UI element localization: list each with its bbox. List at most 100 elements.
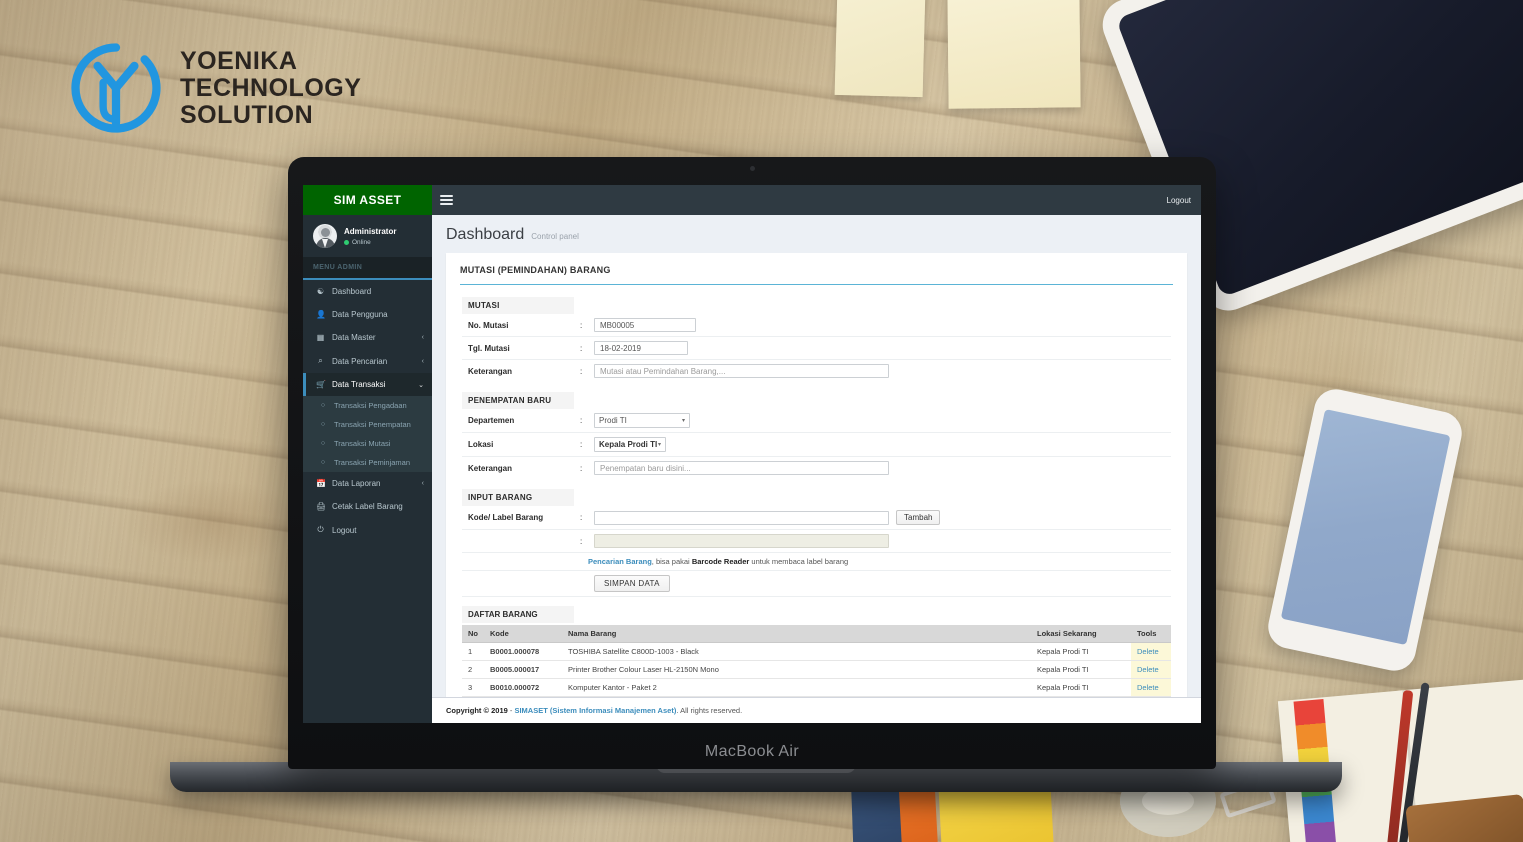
sidebar-item-label: Data Laporan	[332, 479, 381, 488]
kode-barang-input[interactable]	[594, 510, 889, 525]
sidebar-user-panel[interactable]: Administrator Online	[303, 215, 432, 257]
cell-lokasi: Kepala Prodi TI	[1031, 660, 1131, 679]
delete-link[interactable]: Delete	[1137, 683, 1159, 692]
cell-lokasi: Kepala Prodi TI	[1031, 678, 1131, 697]
sidebar-subitem-label: Transaksi Peminjaman	[334, 458, 410, 467]
cart-icon: 🛒	[316, 380, 326, 389]
section-title-mutasi: MUTASI	[462, 297, 574, 314]
column-header-tools: Tools	[1131, 625, 1171, 643]
colon: :	[580, 343, 583, 353]
helper-bold: Barcode Reader	[691, 557, 750, 566]
brand-line-2: TECHNOLOGY	[180, 73, 362, 102]
sidebar-subitem-transaksi-penempatan[interactable]: ○ Transaksi Penempatan	[303, 415, 432, 434]
cell-kode: B0005.000017	[484, 660, 562, 679]
label-lokasi: Lokasi	[468, 440, 494, 449]
cell-lokasi: Kepala Prodi TI	[1031, 642, 1131, 661]
hamburger-icon[interactable]	[440, 195, 453, 205]
yoenika-logo-icon	[70, 42, 162, 134]
delete-link[interactable]: Delete	[1137, 665, 1159, 674]
sticky-note	[947, 0, 1081, 109]
no-mutasi-input[interactable]	[594, 318, 696, 332]
box-title: MUTASI (PEMINDAHAN) BARANG	[460, 265, 611, 275]
lokasi-select[interactable]: Kepala Prodi TI	[594, 437, 666, 452]
box-body: MUTASI No. Mutasi : Tgl. Mutasi :	[446, 285, 1187, 707]
chevron-left-icon: ‹	[421, 480, 424, 487]
navbar-logout-link[interactable]: Logout	[1167, 196, 1191, 205]
sidebar-item-label: Data Transaksi	[332, 380, 386, 389]
tambah-button[interactable]: Tambah	[896, 510, 941, 525]
top-bar: SIM ASSET Logout	[303, 185, 1201, 215]
field-row-simpan: SIMPAN DATA	[462, 571, 1171, 597]
pencarian-barang-link[interactable]: Pencarian Barang	[588, 557, 652, 566]
field-row-departemen: Departemen : Prodi TI ▾	[462, 409, 1171, 433]
sidebar-item-cetak-label-barang[interactable]: 🖨 Cetak Label Barang	[303, 495, 432, 518]
app-logo[interactable]: SIM ASSET	[303, 185, 432, 215]
sidebar-item-data-pencarian[interactable]: ⌕ Data Pencarian ‹	[303, 349, 432, 373]
sidebar: Administrator Online MENU ADMIN ☯ Dashbo…	[303, 215, 432, 723]
sidebar-subitem-transaksi-mutasi[interactable]: ○ Transaksi Mutasi	[303, 434, 432, 453]
sidebar-subitem-label: Transaksi Pengadaan	[334, 401, 407, 410]
cell-tools: Delete	[1131, 678, 1171, 697]
sidebar-subitem-transaksi-pengadaan[interactable]: ○ Transaksi Pengadaan	[303, 396, 432, 415]
hamburger-bar	[440, 195, 453, 197]
search-icon: ⌕	[318, 356, 323, 365]
sidebar-submenu-transaksi: ○ Transaksi Pengadaan ○ Transaksi Penemp…	[303, 396, 432, 472]
lokasi-select-wrap: Kepala Prodi TI ▾	[594, 437, 666, 452]
app-body: Administrator Online MENU ADMIN ☯ Dashbo…	[303, 215, 1201, 723]
avatar-head	[320, 228, 330, 237]
cell-no: 1	[462, 642, 484, 661]
sidebar-item-data-transaksi[interactable]: 🛒 Data Transaksi ⌄ ○ Transaksi Pengadaan	[303, 373, 432, 472]
page-title: Dashboard	[446, 226, 525, 243]
hamburger-bar	[440, 203, 453, 205]
sidebar-item-data-laporan[interactable]: 📅 Data Laporan ‹	[303, 472, 432, 495]
sidebar-item-data-pengguna[interactable]: 👤 Data Pengguna	[303, 303, 432, 326]
sidebar-item-label: Logout	[332, 525, 357, 535]
cell-nama: Printer Brother Colour Laser HL-2150N Mo…	[562, 660, 1031, 679]
colon: :	[580, 440, 583, 449]
cell-nama: TOSHIBA Satellite C800D-1003 - Black	[562, 642, 1031, 661]
sidebar-item-logout[interactable]: ⏻ Logout	[303, 518, 432, 542]
calendar-icon: 📅	[316, 479, 326, 488]
section-title-input-barang: INPUT BARANG	[462, 489, 574, 506]
delete-link[interactable]: Delete	[1137, 647, 1159, 656]
simpan-data-button[interactable]: SIMPAN DATA	[594, 575, 670, 592]
table-header-row: No Kode Nama Barang Lokasi Sekarang Tool…	[462, 625, 1171, 643]
label-keterangan-penempatan: Keterangan	[468, 463, 513, 473]
sidebar-menu-header: MENU ADMIN	[303, 257, 432, 278]
chevron-down-icon: ⌄	[418, 381, 424, 389]
departemen-select[interactable]: Prodi TI	[594, 413, 690, 428]
helper-tail: untuk membaca label barang	[749, 557, 849, 566]
field-row-keterangan-penempatan: Keterangan :	[462, 457, 1171, 479]
keterangan-penempatan-input[interactable]	[594, 461, 889, 475]
grid-icon: ▦	[316, 333, 325, 342]
power-icon: ⏻	[317, 525, 324, 534]
sidebar-item-label: Data Pencarian	[332, 356, 388, 366]
sidebar-subitem-label: Transaksi Penempatan	[334, 420, 411, 429]
field-row-keterangan-mutasi: Keterangan :	[462, 360, 1171, 382]
colon: :	[580, 463, 583, 473]
footer-link[interactable]: SIMASET (Sistem Informasi Manajemen Aset…	[514, 706, 676, 715]
sidebar-item-dashboard[interactable]: ☯ Dashboard	[303, 280, 432, 303]
table-row: 2 B0005.000017 Printer Brother Colour La…	[462, 660, 1171, 679]
field-row-lokasi: Lokasi : Kepala Prodi TI ▾	[462, 433, 1171, 457]
table-row: 1 B0001.000078 TOSHIBA Satellite C800D-1…	[462, 642, 1171, 661]
sidebar-subitem-transaksi-peminjaman[interactable]: ○ Transaksi Peminjaman	[303, 453, 432, 472]
sidebar-user-status: Online	[344, 239, 396, 246]
keterangan-mutasi-input[interactable]	[594, 364, 889, 378]
online-status-dot-icon	[344, 239, 349, 245]
content-header: Dashboard Control panel	[432, 215, 1201, 253]
cell-tools: Delete	[1131, 642, 1171, 661]
footer-copyright: Copyright © 2019	[446, 706, 508, 715]
sidebar-subitem-label: Transaksi Mutasi	[334, 439, 391, 448]
table-row: 3 B0010.000072 Komputer Kantor - Paket 2…	[462, 678, 1171, 697]
daftar-barang-table: No Kode Nama Barang Lokasi Sekarang Tool…	[462, 625, 1171, 697]
cell-kode: B0001.000078	[484, 642, 562, 661]
sidebar-item-data-master[interactable]: ▦ Data Master ‹	[303, 326, 432, 349]
sidebar-user-status-label: Online	[352, 238, 371, 246]
hamburger-bar	[440, 199, 453, 201]
chevron-left-icon: ‹	[421, 357, 424, 365]
field-row-kode-label-barang: Kode/ Label Barang : Tambah	[462, 506, 1171, 530]
sticky-note	[834, 0, 926, 98]
barang-readonly-input	[594, 534, 889, 548]
tgl-mutasi-input[interactable]	[594, 341, 688, 355]
